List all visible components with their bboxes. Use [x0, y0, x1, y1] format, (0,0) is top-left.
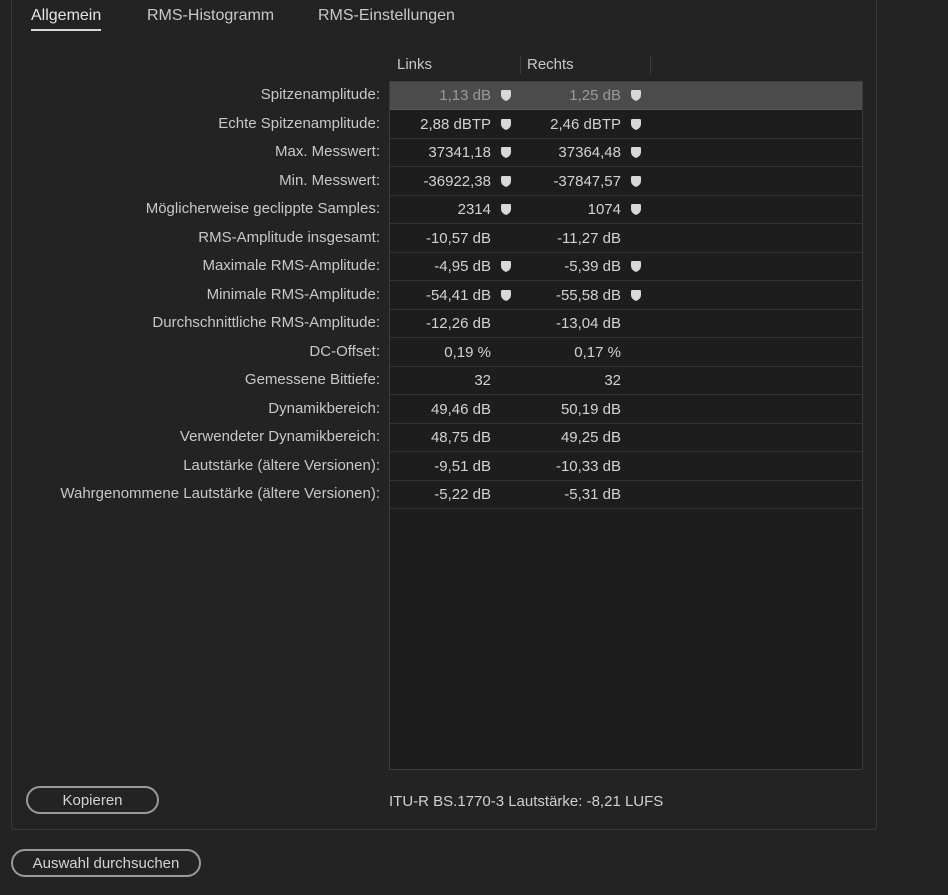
table-row[interactable]: -54,41 dB -55,58 dB — [390, 282, 862, 310]
scan-selection-button[interactable]: Auswahl durchsuchen — [11, 849, 201, 877]
location-marker-icon[interactable] — [500, 260, 512, 273]
row-label: Lautstärke (ältere Versionen): — [183, 456, 380, 474]
tab-rms-einstellungen[interactable]: RMS-Einstellungen — [318, 6, 455, 26]
row-label: Minimale RMS-Amplitude: — [206, 285, 380, 303]
tab-rms-histogramm[interactable]: RMS-Histogramm — [147, 6, 274, 26]
value-right: -11,27 dB — [557, 229, 621, 247]
column-divider — [650, 56, 651, 74]
value-left: 0,19 % — [444, 343, 491, 361]
column-header-links: Links — [397, 56, 433, 73]
table-row[interactable]: -5,22 dB -5,31 dB — [390, 481, 862, 509]
itu-loudness-label: ITU-R BS.1770-3 Lautstärke: — [389, 793, 583, 810]
row-label: Verwendeter Dynamikbereich: — [179, 428, 380, 445]
value-left: -36922,38 — [423, 172, 491, 190]
row-label: DC-Offset: — [309, 342, 380, 360]
value-right: -10,33 dB — [555, 457, 621, 475]
column-header-rechts: Rechts — [527, 56, 574, 73]
statistics-table: 1,13 dB 1,25 dB 2,88 dBTP 2,46 dBTP 37341,18… — [389, 81, 863, 770]
table-row[interactable]: -9,51 dB -10,33 dB — [390, 453, 862, 481]
value-left: -5,22 dB — [434, 486, 491, 503]
value-right: -5,31 dB — [564, 486, 621, 503]
table-row[interactable]: 32 32 — [390, 367, 862, 395]
value-right: 0,17 % — [574, 343, 621, 361]
value-right: 37364,48 — [558, 144, 621, 161]
copy-button[interactable]: Kopieren — [26, 786, 159, 814]
table-row[interactable]: 2,88 dBTP 2,46 dBTP — [390, 111, 862, 139]
value-left: 2,88 dBTP — [420, 115, 491, 133]
value-right: 1,25 dB — [569, 87, 621, 104]
row-label: Durchschnittliche RMS-Amplitude: — [152, 314, 380, 331]
location-marker-icon[interactable] — [630, 89, 642, 102]
itu-loudness-value: -8,21 LUFS — [586, 793, 664, 810]
value-right: 32 — [604, 372, 621, 389]
value-left: 32 — [474, 372, 491, 389]
row-label: Echte Spitzenamplitude: — [218, 114, 380, 132]
row-label: RMS-Amplitude insgesamt: — [198, 228, 380, 246]
table-row[interactable]: 49,46 dB 50,19 dB — [390, 396, 862, 424]
row-label: Gemessene Bittiefe: — [244, 371, 380, 388]
value-left: -10,57 dB — [425, 229, 491, 247]
value-left: -9,51 dB — [434, 457, 491, 475]
value-right: 49,25 dB — [560, 429, 621, 446]
location-marker-icon[interactable] — [630, 118, 642, 131]
table-row[interactable]: 37341,18 37364,48 — [390, 139, 862, 167]
value-right: -13,04 dB — [555, 315, 621, 332]
location-marker-icon[interactable] — [500, 118, 512, 131]
value-right: 2,46 dBTP — [550, 115, 621, 133]
location-marker-icon[interactable] — [500, 203, 512, 216]
itu-loudness-readout: ITU-R BS.1770-3 Lautstärke: -8,21 LUFS — [389, 791, 663, 813]
location-marker-icon[interactable] — [630, 289, 642, 302]
value-right: -55,58 dB — [555, 286, 621, 304]
value-left: 1,13 dB — [439, 87, 491, 104]
row-label: Dynamikbereich: — [268, 399, 380, 417]
table-row[interactable]: 1,13 dB 1,25 dB — [390, 82, 862, 110]
table-row[interactable]: 48,75 dB 49,25 dB — [390, 424, 862, 452]
location-marker-icon[interactable] — [500, 175, 512, 188]
row-label: Wahrgenommene Lautstärke (ältere Version… — [60, 485, 380, 502]
value-right: 50,19 dB — [560, 400, 621, 418]
table-row[interactable]: -10,57 dB -11,27 dB — [390, 225, 862, 253]
location-marker-icon[interactable] — [630, 203, 642, 216]
location-marker-icon[interactable] — [630, 146, 642, 159]
location-marker-icon[interactable] — [500, 89, 512, 102]
row-label: Min. Messwert: — [279, 171, 380, 189]
value-right: -37847,57 — [553, 172, 621, 190]
row-label: Maximale RMS-Amplitude: — [202, 257, 380, 274]
value-left: -54,41 dB — [425, 286, 491, 304]
value-left: 37341,18 — [428, 144, 491, 161]
value-left: -4,95 dB — [434, 258, 491, 275]
location-marker-icon[interactable] — [630, 175, 642, 188]
column-divider — [520, 56, 521, 74]
tab-allgemein[interactable]: Allgemein — [31, 6, 102, 31]
table-row[interactable]: -12,26 dB -13,04 dB — [390, 310, 862, 338]
row-label: Möglicherweise geclippte Samples: — [145, 200, 380, 217]
location-marker-icon[interactable] — [500, 146, 512, 159]
table-row[interactable]: 2314 1074 — [390, 196, 862, 224]
location-marker-icon[interactable] — [630, 260, 642, 273]
table-row[interactable]: 0,19 % 0,17 % — [390, 339, 862, 367]
value-left: 49,46 dB — [430, 400, 491, 418]
table-row[interactable]: -4,95 dB -5,39 dB — [390, 253, 862, 281]
value-right: 1074 — [587, 201, 621, 218]
value-left: -12,26 dB — [425, 315, 491, 332]
row-label: Max. Messwert: — [274, 143, 380, 160]
table-row[interactable]: -36922,38 -37847,57 — [390, 168, 862, 196]
value-left: 48,75 dB — [430, 429, 491, 446]
value-left: 2314 — [457, 201, 491, 218]
location-marker-icon[interactable] — [500, 289, 512, 302]
row-label: Spitzenamplitude: — [260, 86, 380, 103]
value-right: -5,39 dB — [564, 258, 621, 275]
